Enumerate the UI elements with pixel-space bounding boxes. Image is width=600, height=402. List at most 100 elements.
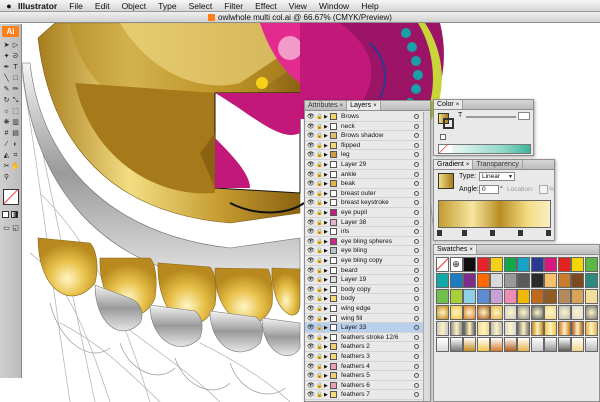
visibility-eye-icon[interactable]: 👁 [307,315,315,322]
gradient-mode-icon[interactable] [11,211,18,218]
target-circle-icon[interactable] [414,325,419,331]
gradient-type-select[interactable]: Linear ▼ [479,172,515,181]
gradient-swatch[interactable] [503,321,517,336]
gradient-tool-icon[interactable]: ▤ [11,129,20,138]
layer-row[interactable]: 👁 🔒 ▶ wing fill [305,314,430,324]
target-circle-icon[interactable] [414,334,419,340]
target-circle-icon[interactable] [414,306,419,311]
target-circle-icon[interactable] [414,229,419,235]
visibility-eye-icon[interactable]: 👁 [307,113,315,120]
visibility-eye-icon[interactable]: 👁 [307,228,315,235]
layer-row[interactable]: 👁 🔒 ▶ feathers 4 [305,362,430,372]
gradient-swatch[interactable] [476,337,490,352]
color-swatch[interactable] [490,257,503,272]
visibility-eye-icon[interactable]: 👁 [307,382,315,389]
visibility-eye-icon[interactable]: 👁 [307,247,315,254]
gradient-swatch[interactable] [436,305,449,320]
target-circle-icon[interactable] [414,248,419,254]
visibility-eye-icon[interactable]: 👁 [307,123,315,130]
visibility-eye-icon[interactable]: 👁 [307,190,315,197]
rotate-tool-icon[interactable]: ↻ [2,96,11,105]
gradient-swatch[interactable] [530,305,544,320]
gradient-swatch[interactable] [449,337,463,352]
color-swatch[interactable] [490,273,503,288]
fill-stroke-icon[interactable] [3,189,19,205]
visibility-eye-icon[interactable]: 👁 [307,219,315,226]
gradient-swatch[interactable] [490,321,503,336]
visibility-eye-icon[interactable]: 👁 [307,209,315,216]
tab-layers[interactable]: Layers × [347,101,381,110]
close-icon[interactable]: × [469,247,473,253]
close-icon[interactable]: × [466,162,470,168]
layer-row[interactable]: 👁 🔒 ▶ breast outer [305,189,430,199]
target-circle-icon[interactable] [414,277,419,283]
layer-row[interactable]: 👁 🔒 ▶ iris [305,227,430,237]
visibility-eye-icon[interactable]: 👁 [307,286,315,293]
gradient-swatch[interactable] [490,305,503,320]
gradient-ramp[interactable] [438,200,551,228]
close-icon[interactable]: × [456,102,460,108]
gradient-swatch[interactable] [584,305,598,320]
fill-color-icon[interactable] [2,211,9,218]
target-circle-icon[interactable] [414,286,419,292]
target-circle-icon[interactable] [414,267,419,273]
lock-icon[interactable]: 🔒 [316,132,323,139]
layer-row[interactable]: 👁 🔒 ▶ eye bling spheres [305,237,430,247]
color-spectrum-bar[interactable] [438,144,531,154]
visibility-eye-icon[interactable]: 👁 [307,305,315,312]
type-tool-icon[interactable]: T [11,63,20,72]
lock-icon[interactable]: 🔒 [316,257,323,264]
tab-transparency[interactable]: Transparency [473,160,523,169]
color-swatch[interactable] [530,289,544,304]
menu-object[interactable]: Object [122,1,147,11]
gradient-stop-1[interactable] [437,230,442,236]
gradient-swatch[interactable] [490,337,503,352]
lock-icon[interactable]: 🔒 [316,324,323,331]
paintbrush-tool-icon[interactable]: ✎ [2,85,11,94]
target-circle-icon[interactable] [414,200,419,206]
layer-row[interactable]: 👁 🔒 ▶ feathers stroke 12/6 [305,333,430,343]
mesh-tool-icon[interactable]: # [2,129,11,138]
visibility-eye-icon[interactable]: 👁 [307,295,315,302]
gradient-swatch[interactable] [503,337,517,352]
lock-icon[interactable]: 🔒 [316,247,323,254]
apple-menu-icon[interactable]: ● [0,1,18,11]
color-swatch[interactable] [544,289,557,304]
magic-wand-tool-icon[interactable]: ✦ [2,52,11,61]
layer-row[interactable]: 👁 🔒 ▶ ankle [305,170,430,180]
screen-mode-icon[interactable]: ▭ [2,224,11,233]
app-menu[interactable]: Illustrator [18,1,57,11]
lock-icon[interactable]: 🔒 [316,171,323,178]
color-swatch[interactable] [476,273,490,288]
layer-row[interactable]: 👁 🔒 ▶ breast keystroke [305,198,430,208]
free-transform-tool-icon[interactable]: ⬚ [11,107,20,116]
gradient-swatch[interactable] [584,337,598,352]
color-swatch[interactable] [530,257,544,272]
none-swatch[interactable] [436,257,449,272]
layer-row[interactable]: 👁 🔒 ▶ feathers 5 [305,371,430,381]
color-swatch[interactable] [476,289,490,304]
lock-icon[interactable]: 🔒 [316,209,323,216]
color-swatch[interactable] [557,257,571,272]
lock-icon[interactable]: 🔒 [316,343,323,350]
angle-input[interactable]: 0 [479,185,499,194]
lock-icon[interactable]: 🔒 [316,190,323,197]
color-swatch[interactable] [503,257,517,272]
close-icon[interactable]: × [340,103,344,109]
color-swatch[interactable] [476,257,490,272]
visibility-eye-icon[interactable]: 👁 [307,142,315,149]
layer-row[interactable]: 👁 🔒 ▶ Brows shadow [305,131,430,141]
gradient-swatch[interactable] [557,305,571,320]
color-swatch[interactable] [557,273,571,288]
layer-row[interactable]: 👁 🔒 ▶ feathers 3 [305,352,430,362]
layer-row[interactable]: 👁 🔒 ▶ eye bling copy [305,256,430,266]
visibility-eye-icon[interactable]: 👁 [307,161,315,168]
lock-icon[interactable]: 🔒 [316,286,323,293]
lock-icon[interactable]: 🔒 [316,151,323,158]
target-circle-icon[interactable] [414,190,419,196]
target-circle-icon[interactable] [414,315,419,321]
color-swatch[interactable] [517,257,530,272]
gradient-swatch[interactable] [476,305,490,320]
visibility-eye-icon[interactable]: 👁 [307,171,315,178]
gradient-swatch[interactable] [503,305,517,320]
